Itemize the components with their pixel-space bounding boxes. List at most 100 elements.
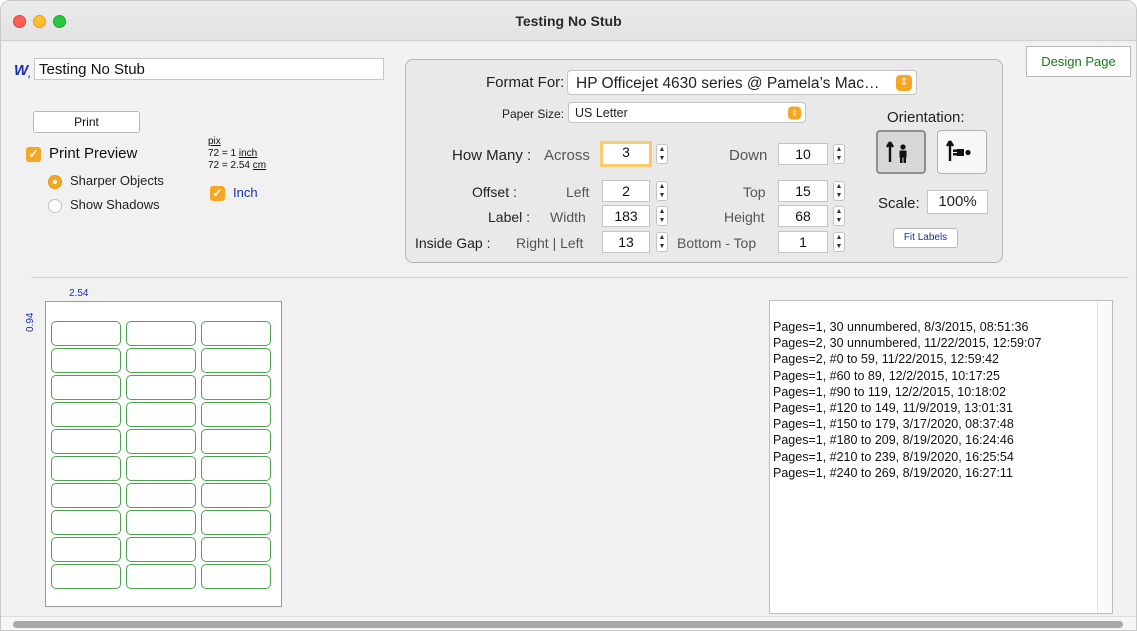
inch-word: inch (238, 148, 258, 159)
history-entry[interactable]: Pages=1, 30 unnumbered, 8/3/2015, 08:51:… (773, 319, 1041, 335)
print-preview-checkbox[interactable]: ✓ (26, 147, 41, 162)
portrait-person-icon (885, 141, 907, 163)
label-height-field[interactable]: 68 (778, 205, 828, 227)
show-shadows-radio[interactable] (48, 199, 62, 213)
right-left-label: Right | Left (516, 235, 584, 251)
paper-size-popup[interactable]: US Letter ⇕ (568, 102, 806, 123)
app-window: Testing No Stub W, Testing No Stub Print… (0, 0, 1137, 631)
format-for-label: Format For: (486, 74, 565, 91)
scale-field[interactable]: 100% (927, 190, 988, 214)
label-height-dimension: 0.94 (25, 312, 36, 332)
cm-word: cm (252, 160, 267, 171)
fit-labels-button[interactable]: Fit Labels (893, 228, 958, 248)
bottom-top-label: Bottom - Top (677, 235, 757, 251)
history-entry[interactable]: Pages=1, #90 to 119, 12/2/2015, 10:18:02 (773, 384, 1041, 400)
title-bar: Testing No Stub (1, 1, 1136, 41)
show-shadows-label: Show Shadows (70, 197, 160, 212)
label-cell (126, 564, 196, 589)
label-height-stepper[interactable]: ▲ ▼ (833, 206, 845, 226)
gap-right-left-stepper[interactable]: ▲ ▼ (656, 232, 668, 252)
label-cell (51, 483, 121, 508)
down-stepper[interactable]: ▲ ▼ (833, 144, 845, 164)
history-entry[interactable]: Pages=1, #240 to 269, 8/19/2020, 16:27:1… (773, 465, 1041, 481)
label-cell (126, 321, 196, 346)
label-cell (51, 348, 121, 373)
inch-checkbox[interactable]: ✓ (210, 186, 225, 201)
history-entry[interactable]: Pages=1, #120 to 149, 11/9/2019, 13:01:3… (773, 400, 1041, 416)
document-name-field[interactable]: Testing No Stub (34, 58, 384, 80)
label-cell (201, 375, 271, 400)
across-label: Across (544, 147, 590, 164)
across-field[interactable]: 3 (600, 141, 652, 167)
design-page-button[interactable]: Design Page (1026, 46, 1131, 77)
unit-conversion-note: pix 72 = 1 inch 72 = 2.54 cm (208, 136, 266, 172)
left-offset-field[interactable]: 2 (602, 180, 650, 202)
across-stepper[interactable]: ▲ ▼ (656, 144, 668, 164)
section-divider (31, 277, 1129, 278)
label-cell (201, 483, 271, 508)
portrait-orientation-button[interactable] (876, 130, 926, 174)
label-cell (201, 564, 271, 589)
horizontal-scroll-thumb[interactable] (13, 621, 1123, 628)
history-vertical-scrollbar[interactable] (1097, 301, 1112, 613)
print-history-list[interactable]: Pages=1, 30 unnumbered, 8/3/2015, 08:51:… (769, 300, 1113, 614)
inch-eq-prefix: 72 = 1 (208, 148, 239, 159)
history-lines: Pages=1, 30 unnumbered, 8/3/2015, 08:51:… (773, 319, 1041, 481)
format-settings-panel: Format For: HP Officejet 4630 series @ P… (405, 59, 1003, 263)
label-cell (126, 456, 196, 481)
label-cell (126, 483, 196, 508)
label-cell (126, 348, 196, 373)
label-cell (201, 321, 271, 346)
landscape-orientation-button[interactable] (937, 130, 987, 174)
how-many-label: How Many : (452, 147, 532, 164)
printer-popup[interactable]: HP Officejet 4630 series @ Pamela’s Mac…… (567, 70, 917, 95)
label-cell (51, 402, 121, 427)
history-entry[interactable]: Pages=2, #0 to 59, 11/22/2015, 12:59:42 (773, 351, 1041, 367)
top-offset-stepper[interactable]: ▲ ▼ (833, 181, 845, 201)
label-width-stepper[interactable]: ▲ ▼ (656, 206, 668, 226)
gap-bottom-top-stepper[interactable]: ▲ ▼ (833, 232, 845, 252)
top-offset-field[interactable]: 15 (778, 180, 828, 202)
label-size-label: Label : (488, 209, 531, 225)
sharper-objects-label: Sharper Objects (70, 173, 164, 188)
label-cell (126, 429, 196, 454)
label-cell (51, 510, 121, 535)
offset-label: Offset : (472, 184, 517, 200)
label-cell (51, 321, 121, 346)
history-entry[interactable]: Pages=1, #210 to 239, 8/19/2020, 16:25:5… (773, 449, 1041, 465)
history-entry[interactable]: Pages=1, #180 to 209, 8/19/2020, 16:24:4… (773, 432, 1041, 448)
label-width-field[interactable]: 183 (602, 205, 650, 227)
pix-label: pix (208, 136, 221, 147)
top-label: Top (743, 184, 766, 200)
window-title: Testing No Stub (515, 13, 622, 29)
paper-size-value: US Letter (575, 106, 628, 120)
print-preview-label: Print Preview (49, 145, 138, 162)
history-entry[interactable]: Pages=2, 30 unnumbered, 11/22/2015, 12:5… (773, 335, 1041, 351)
orientation-label: Orientation: (887, 109, 965, 126)
gap-bottom-top-field[interactable]: 1 (778, 231, 828, 253)
horizontal-scrollbar[interactable] (1, 616, 1136, 630)
scale-label: Scale: (878, 195, 920, 212)
label-cell (51, 375, 121, 400)
sharper-objects-radio[interactable] (48, 175, 62, 189)
history-entry[interactable]: Pages=1, #60 to 89, 12/2/2015, 10:17:25 (773, 368, 1041, 384)
left-offset-stepper[interactable]: ▲ ▼ (656, 181, 668, 201)
width-label: Width (550, 209, 586, 225)
label-cell (51, 456, 121, 481)
label-cell (201, 429, 271, 454)
sheet-preview[interactable] (45, 301, 282, 607)
label-cell (51, 564, 121, 589)
gap-right-left-field[interactable]: 13 (602, 231, 650, 253)
print-button[interactable]: Print (33, 111, 140, 133)
popup-arrows-icon: ⇕ (896, 74, 912, 91)
label-cell (51, 429, 121, 454)
down-label: Down (729, 147, 768, 164)
label-cell (201, 510, 271, 535)
down-field[interactable]: 10 (778, 143, 828, 165)
label-cell (126, 537, 196, 562)
history-entry[interactable]: Pages=1, #150 to 179, 3/17/2020, 08:37:4… (773, 416, 1041, 432)
label-cell (51, 537, 121, 562)
popup-arrows-icon: ⇕ (788, 106, 801, 119)
label-cell (126, 510, 196, 535)
label-cell (201, 348, 271, 373)
